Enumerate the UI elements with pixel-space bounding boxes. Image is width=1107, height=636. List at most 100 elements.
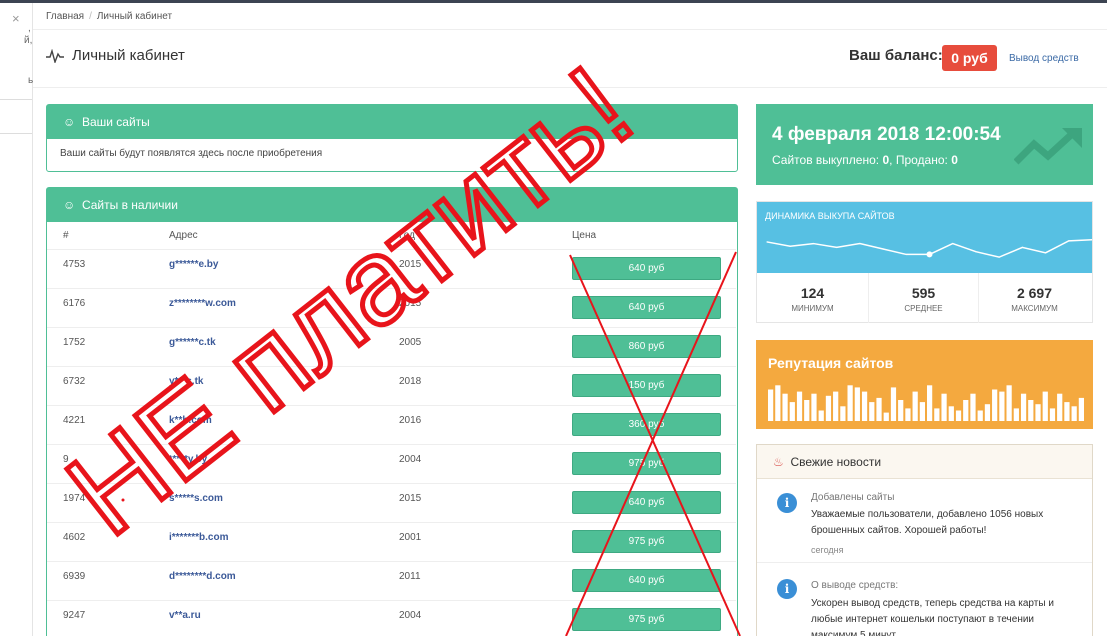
reputation-bar — [927, 385, 933, 421]
buy-price-button[interactable]: 640 руб — [572, 257, 721, 280]
stat-value: 595 — [911, 285, 936, 301]
sidebar: × , й, ь — [0, 3, 33, 636]
buyout-data-point — [998, 256, 1000, 258]
reputation-bar — [1064, 402, 1070, 421]
buy-price-button[interactable]: 640 руб — [572, 491, 721, 514]
close-icon[interactable]: × — [12, 11, 20, 26]
reputation-bar — [992, 389, 998, 421]
site-address-link[interactable]: y***s.tk — [169, 367, 203, 397]
news-title: Свежие новости — [790, 455, 882, 469]
reputation-bar — [825, 395, 832, 421]
buyout-data-point — [1044, 252, 1047, 254]
buyout-data-point — [859, 242, 861, 245]
site-address-link[interactable]: g******c.tk — [169, 328, 216, 358]
divider — [0, 133, 32, 134]
site-address-link[interactable]: d********d.com — [169, 562, 236, 592]
my-sites-empty-text: Ваши сайты будут появлятся здесь после п… — [60, 148, 323, 159]
site-address-link[interactable]: v**a.ru — [169, 601, 201, 631]
buy-price-button[interactable]: 150 руб — [572, 374, 721, 397]
table-row: 6732 y***s.tk 2018 150 руб — [47, 366, 736, 405]
news-item-text: Уважаемые пользователи, добавлено 1056 н… — [811, 509, 1044, 536]
reputation-bar — [768, 389, 774, 421]
buyout-data-point — [1021, 246, 1023, 248]
current-datetime: 4 февраля 2018 12:00:54 — [772, 124, 1001, 145]
buyout-data-point — [766, 241, 768, 243]
available-sites-header: ☺ Сайты в наличии — [47, 188, 737, 222]
site-address-link[interactable]: k**h.com — [169, 406, 212, 436]
buyout-data-point — [905, 253, 907, 256]
reputation-bar — [905, 408, 911, 421]
news-item-title: О выводе средств: — [811, 580, 899, 591]
row-id: 6732 — [63, 376, 86, 387]
reputation-bar — [1057, 393, 1063, 421]
row-year: 2015 — [399, 493, 422, 504]
stat-label: МИНИМУМ — [791, 304, 834, 313]
reputation-bar — [818, 410, 824, 421]
buyout-line-chart — [766, 239, 1092, 258]
withdraw-link[interactable]: Вывод средств — [1009, 53, 1079, 64]
my-sites-title: Ваши сайты — [81, 115, 150, 129]
row-id: 1974 — [63, 493, 86, 504]
reputation-bar — [876, 397, 882, 421]
breadcrumb-separator: / — [89, 11, 92, 22]
row-year: 2004 — [399, 610, 422, 621]
column-header-price[interactable]: Цена — [572, 222, 596, 249]
pulse-icon — [46, 48, 64, 63]
row-year: 2015 — [399, 259, 422, 270]
reputation-bar — [1078, 397, 1084, 421]
divider — [33, 29, 1107, 30]
breadcrumb-home[interactable]: Главная — [46, 11, 84, 22]
reputation-bar — [789, 402, 795, 421]
buy-price-button[interactable]: 975 руб — [572, 608, 721, 631]
stat-value: 124 — [800, 285, 825, 301]
stat-average: 595 СРЕДНЕЕ — [868, 273, 979, 323]
buy-price-button[interactable]: 975 руб — [572, 452, 721, 475]
my-sites-panel: ☺ Ваши сайты Ваши сайты будут появлятся … — [46, 104, 738, 172]
row-year: 2001 — [399, 532, 422, 543]
reputation-bar — [919, 402, 925, 421]
row-id: 9 — [63, 454, 69, 465]
page-title: Личный кабинет — [46, 47, 185, 64]
buyout-data-point — [789, 245, 791, 247]
column-header-id: # — [63, 230, 69, 241]
column-header-year[interactable]: Год — [399, 222, 415, 249]
resold-value: 0 — [951, 153, 958, 167]
table-row: 4221 k**h.com 2016 360 руб — [47, 405, 736, 444]
buy-price-button[interactable]: 860 руб — [572, 335, 721, 358]
row-id: 4602 — [63, 532, 86, 543]
buy-price-button[interactable]: 640 руб — [572, 296, 721, 319]
column-header-address[interactable]: Адрес — [169, 222, 198, 249]
stat-label: СРЕДНЕЕ — [904, 304, 943, 313]
table-row: 9 t****y.by 2004 975 руб — [47, 444, 736, 483]
buy-price-button[interactable]: 360 руб — [572, 413, 721, 436]
site-address-link[interactable]: t****y.by — [169, 445, 207, 475]
reputation-bar — [948, 406, 954, 421]
row-year: 2005 — [399, 337, 422, 348]
smile-icon: ☺ — [63, 198, 76, 212]
row-year: 2016 — [399, 415, 422, 426]
buyout-data-point — [882, 248, 884, 250]
buy-price-button[interactable]: 640 руб — [572, 569, 721, 592]
site-address-link[interactable]: z********w.com — [169, 289, 236, 319]
breadcrumb-current: Личный кабинет — [96, 11, 173, 22]
buyout-data-point — [1068, 240, 1070, 242]
sales-summary: Сайтов выкуплено: 0, Продано: 0 — [772, 153, 958, 167]
buyout-data-point — [952, 242, 954, 245]
reputation-bar — [869, 402, 875, 421]
reputation-bar — [1013, 408, 1019, 421]
stat-minimum: 124 МИНИМУМ — [757, 273, 868, 323]
reputation-bar — [840, 406, 846, 421]
divider — [33, 87, 1107, 88]
buy-price-button[interactable]: 975 руб — [572, 530, 721, 553]
table-row: 9247 v**a.ru 2004 975 руб — [47, 600, 736, 636]
site-address-link[interactable]: s*****s.com — [169, 484, 223, 514]
reputation-bar — [854, 387, 860, 421]
page-title-text: Личный кабинет — [72, 47, 185, 64]
reputation-bar — [796, 391, 803, 421]
news-item-text: Ускорен вывод средств, теперь средства н… — [811, 598, 1054, 636]
site-address-link[interactable]: g******e.by — [169, 250, 218, 280]
site-address-link[interactable]: i*******b.com — [169, 523, 228, 553]
resold-label: , Продано: — [889, 153, 948, 167]
reputation-bar — [941, 393, 947, 421]
balance-badge: 0 руб — [942, 45, 997, 71]
